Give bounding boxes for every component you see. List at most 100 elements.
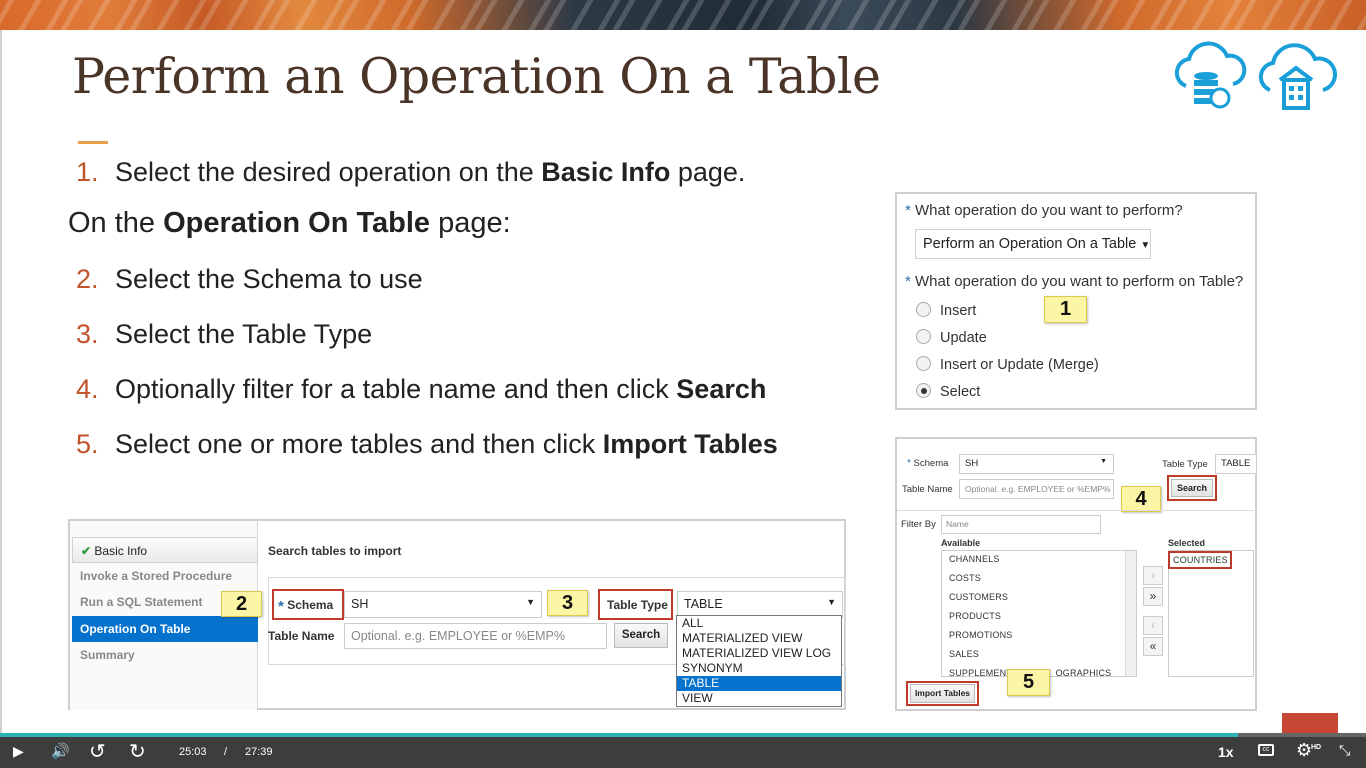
banner-stripe — [915, 0, 939, 30]
list-item[interactable]: SALES — [949, 649, 979, 659]
callout-1: 1 — [1044, 296, 1087, 323]
radio-icon — [916, 329, 931, 344]
schema-label: * Schema — [907, 458, 949, 469]
filter-label: Filter By — [901, 519, 936, 530]
move-all-right-icon[interactable]: » — [1143, 587, 1163, 606]
radio-merge[interactable]: Insert or Update (Merge) — [916, 356, 1099, 373]
captions-icon[interactable]: cc — [1258, 744, 1274, 756]
highlight-selected — [1168, 551, 1232, 569]
rewind-icon[interactable]: ↺ — [89, 739, 106, 764]
forward-icon[interactable]: ↻ — [129, 739, 146, 764]
step-2: 2. Select the Schema to use — [76, 264, 423, 294]
banner-stripe — [708, 0, 732, 30]
banner-stripe — [363, 0, 387, 30]
chevron-down-icon: ▼ — [1140, 240, 1151, 251]
scrollbar[interactable] — [1125, 551, 1136, 676]
title-accent-line — [78, 141, 108, 144]
schema-select[interactable]: SH ▼ — [959, 454, 1114, 474]
selected-label: Selected — [1168, 538, 1206, 548]
hd-badge: HD — [1311, 744, 1322, 751]
nav-invoke-stored-procedure[interactable]: Invoke a Stored Procedure — [72, 563, 258, 589]
step-5: 5. Select one or more tables and then cli… — [76, 429, 778, 459]
search-button[interactable]: Search — [1171, 479, 1213, 497]
banner-stripe — [1260, 0, 1284, 30]
nav-basic-info[interactable]: ✔ Basic Info — [72, 537, 258, 563]
step-1: 1. Select the desired operation on the Ba… — [76, 157, 746, 187]
intro-line: On the Operation On Table page: — [68, 207, 511, 239]
banner-stripe — [156, 0, 180, 30]
total-time: 27:39 — [245, 746, 273, 758]
video-player: Perform an Operation On a Table 1. Select… — [0, 0, 1366, 768]
radio-insert[interactable]: Insert — [916, 302, 976, 319]
table-name-label: Table Name — [902, 484, 953, 495]
import-tables-panel: * Schema SH ▼ Table Type TABLE Table Name… — [895, 437, 1257, 711]
list-item[interactable]: CUSTOMERS — [949, 592, 1008, 602]
selected-list[interactable]: COUNTRIES — [1168, 550, 1254, 677]
highlight-schema — [272, 589, 344, 620]
callout-3: 3 — [547, 590, 588, 616]
move-right-icon[interactable]: › — [1143, 566, 1163, 585]
banner-stripe — [432, 0, 456, 30]
radio-icon — [916, 356, 931, 371]
table-type-label: Table Type — [1162, 459, 1208, 470]
operation-select[interactable]: Perform an Operation On a Table ▼ — [915, 229, 1151, 259]
radio-update[interactable]: Update — [916, 329, 987, 346]
radio-select[interactable]: Select — [916, 383, 980, 400]
banner-stripe — [294, 0, 318, 30]
top-decorative-banner — [0, 0, 1366, 30]
table-type-label: Table Type — [607, 598, 668, 612]
banner-stripe — [1329, 0, 1353, 30]
list-item[interactable]: PROMOTIONS — [949, 630, 1013, 640]
callout-2: 2 — [221, 591, 262, 617]
data-warehouse-cloud-icon — [1258, 43, 1337, 110]
radio-icon — [916, 302, 931, 317]
step-3: 3. Select the Table Type — [76, 319, 373, 349]
dropdown-option[interactable]: MATERIALIZED VIEW — [677, 631, 841, 646]
filter-input[interactable]: Name — [941, 515, 1101, 534]
callout-4: 4 — [1121, 486, 1161, 512]
callout-5: 5 — [1007, 669, 1050, 696]
available-list[interactable]: CHANNELS COSTS CUSTOMERS PRODUCTS PROMOT… — [941, 550, 1137, 677]
banner-stripe — [777, 0, 801, 30]
dropdown-option[interactable]: MATERIALIZED VIEW LOG — [677, 646, 841, 661]
list-item[interactable]: PRODUCTS — [949, 611, 1001, 621]
play-icon[interactable]: ▶ — [13, 743, 24, 760]
divider — [897, 510, 1257, 511]
schema-select[interactable]: SH ▼ — [344, 591, 542, 618]
slide-title: Perform an Operation On a Table — [72, 48, 881, 105]
nav-summary[interactable]: Summary — [72, 642, 258, 668]
banner-stripe — [225, 0, 249, 30]
list-item[interactable]: CHANNELS — [949, 554, 1000, 564]
banner-stripe — [1053, 0, 1077, 30]
table-name-input[interactable]: Optional. e.g. EMPLOYEE or %EMP% — [344, 623, 607, 649]
move-all-left-icon[interactable]: « — [1143, 637, 1163, 656]
import-tables-button[interactable]: Import Tables — [910, 684, 975, 703]
table-type-select[interactable]: TABLE ▼ — [677, 591, 843, 618]
search-button[interactable]: Search — [614, 623, 668, 648]
table-name-label: Table Name — [268, 629, 335, 643]
banner-stripe — [1122, 0, 1146, 30]
dropdown-option-selected[interactable]: TABLE — [677, 676, 841, 691]
fullscreen-icon[interactable]: ⤡ — [1339, 742, 1350, 759]
dropdown-option[interactable]: ALL — [677, 616, 841, 631]
banner-stripe — [87, 0, 111, 30]
banner-stripe — [0, 0, 15, 30]
table-type-select[interactable]: TABLE — [1215, 454, 1257, 474]
current-time: 25:03 — [179, 746, 207, 758]
banner-stripe — [570, 0, 594, 30]
step-4: 4. Optionally filter for a table name and… — [76, 374, 767, 404]
banner-stripe — [846, 0, 870, 30]
nav-operation-on-table[interactable]: Operation On Table — [72, 616, 258, 642]
radio-selected-icon — [916, 383, 931, 398]
move-left-icon[interactable]: ‹ — [1143, 616, 1163, 635]
list-item[interactable]: COSTS — [949, 573, 981, 583]
chevron-down-icon: ▼ — [827, 597, 836, 607]
dropdown-option[interactable]: VIEW — [677, 691, 841, 706]
settings-gear-icon[interactable]: ⚙ — [1296, 740, 1312, 761]
dropdown-option[interactable]: SYNONYM — [677, 661, 841, 676]
table-name-input[interactable]: Optional. e.g. EMPLOYEE or %EMP% — [959, 479, 1114, 499]
table-type-dropdown: ALL MATERIALIZED VIEW MATERIALIZED VIEW … — [676, 615, 842, 707]
autonomous-database-cloud-icon — [1174, 41, 1247, 109]
volume-icon[interactable]: 🔊 — [51, 742, 70, 760]
playback-speed[interactable]: 1x — [1218, 744, 1234, 760]
